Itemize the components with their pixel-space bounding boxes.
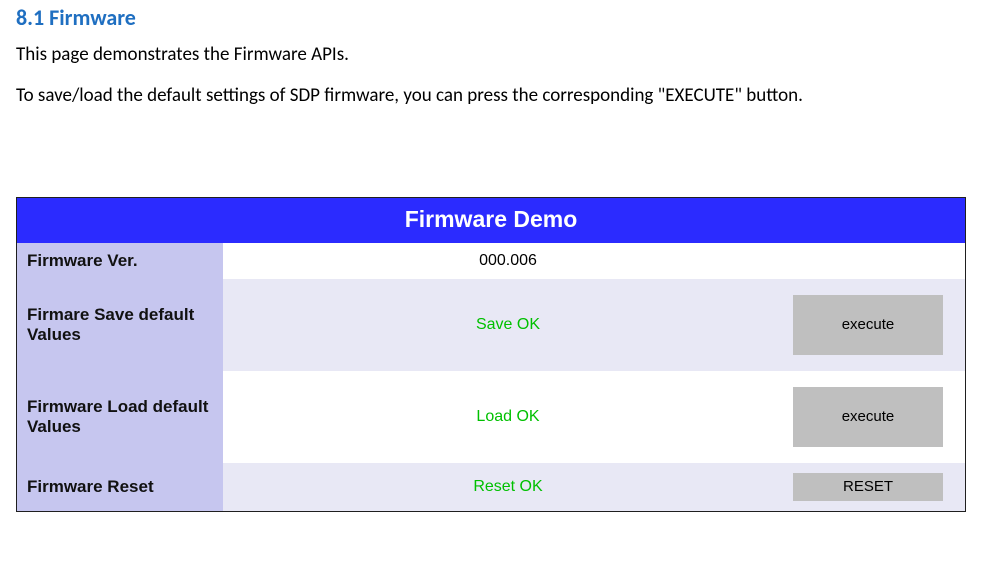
- row-load-default: Firmware Load default Values Load OK exe…: [17, 371, 965, 463]
- row-firmware-version: Firmware Ver. 000.006: [17, 243, 965, 279]
- value-save-default: Save OK: [223, 312, 793, 338]
- row-reset: Firmware Reset Reset OK RESET: [17, 463, 965, 511]
- row-save-default: Firmare Save default Values Save OK exec…: [17, 279, 965, 371]
- value-reset: Reset OK: [223, 474, 793, 500]
- intro-paragraph-1: This page demonstrates the Firmware APIs…: [16, 43, 966, 66]
- label-load-default: Firmware Load default Values: [17, 371, 223, 463]
- value-load-default: Load OK: [223, 404, 793, 430]
- value-firmware-version: 000.006: [223, 248, 793, 274]
- intro-paragraph-2: To save/load the default settings of SDP…: [16, 84, 966, 107]
- execute-load-button[interactable]: execute: [793, 387, 943, 447]
- reset-button[interactable]: RESET: [793, 473, 943, 501]
- panel-title: Firmware Demo: [17, 198, 965, 243]
- label-save-default: Firmare Save default Values: [17, 279, 223, 371]
- section-heading: 8.1 Firmware: [16, 4, 966, 31]
- execute-save-button[interactable]: execute: [793, 295, 943, 355]
- label-reset: Firmware Reset: [17, 463, 223, 511]
- firmware-demo-panel: Firmware Demo Firmware Ver. 000.006 Firm…: [16, 197, 966, 512]
- label-firmware-version: Firmware Ver.: [17, 243, 223, 279]
